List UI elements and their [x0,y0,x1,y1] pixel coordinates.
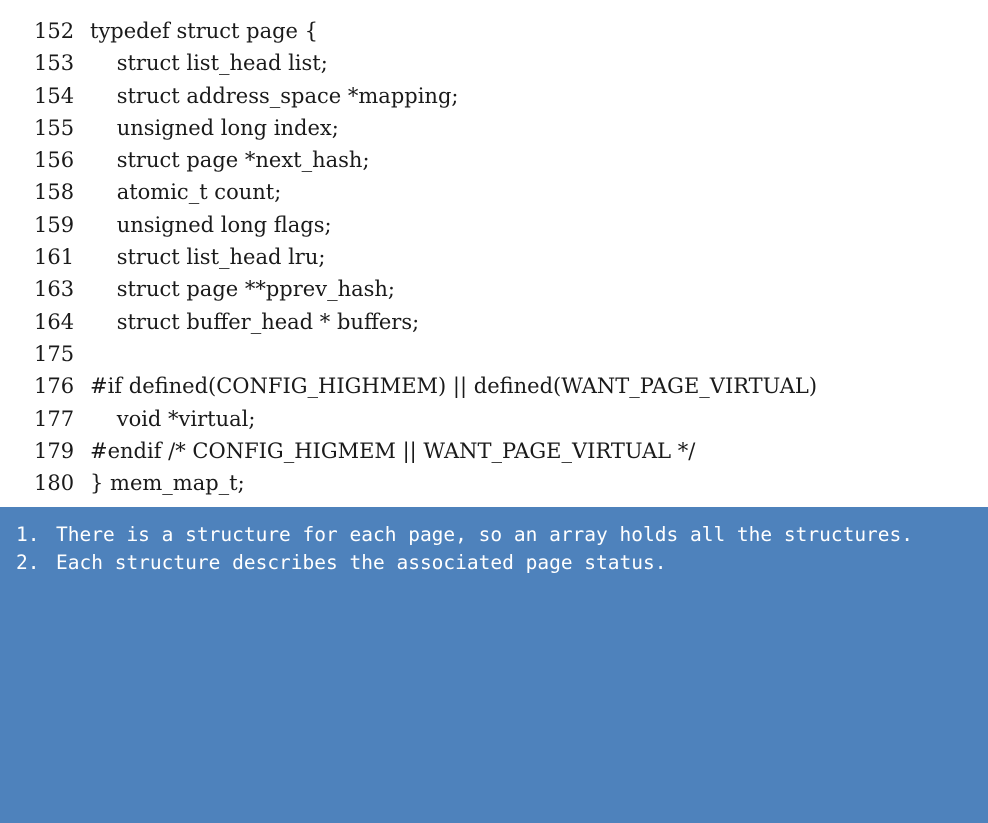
code-text: struct list_head lru; [90,245,326,270]
code-line: 177 void *virtual; [0,403,988,435]
notes-panel: 1. There is a structure for each page, s… [0,507,988,823]
line-number: 152 [34,19,75,43]
line-number: 153 [34,51,75,76]
note-text: There is a structure for each page, so a… [56,523,914,546]
line-number: 175 [34,341,75,366]
note-number: 2. [16,551,40,574]
code-line: 152 typedef struct page { [0,15,988,47]
code-line: 164 struct buffer_head * buffers; [0,306,988,338]
line-number: 156 [34,148,75,173]
line-number: 180 [34,471,75,496]
note-item: 2. Each structure describes the associat… [16,549,972,577]
code-text: #if defined(CONFIG_HIGHMEM) || defined(W… [90,374,818,399]
code-text: struct address_space *mapping; [90,83,459,108]
code-line: 159 unsigned long flags; [0,209,988,241]
code-text: void *virtual; [90,406,256,431]
line-number: 176 [34,374,75,399]
code-line: 180 } mem_map_t; [0,467,988,499]
code-line: 158 atomic_t count; [0,176,988,208]
code-text: struct page *next_hash; [90,148,370,173]
line-number: 177 [34,406,75,431]
note-item: 1. There is a structure for each page, s… [16,521,972,549]
line-number: 163 [34,277,75,302]
line-number: 154 [34,83,75,108]
notes-list: 1. There is a structure for each page, s… [16,521,972,577]
code-text: struct page **pprev_hash; [90,277,396,302]
code-line: 175 [0,338,988,370]
code-text: struct list_head list; [90,51,328,76]
code-text: } mem_map_t; [90,471,245,496]
code-text: atomic_t count; [90,180,282,205]
code-line: 176 #if defined(CONFIG_HIGHMEM) || define… [0,370,988,402]
line-number: 179 [34,438,75,463]
code-text: #endif /* CONFIG_HIGMEM || WANT_PAGE_VIR… [90,438,696,463]
note-number: 1. [16,523,40,546]
line-number: 155 [34,115,75,140]
line-number: 159 [34,212,75,237]
slide: 152 typedef struct page { 153 struct list… [0,0,988,823]
code-listing: 152 typedef struct page { 153 struct list… [0,0,988,507]
code-line: 153 struct list_head list; [0,47,988,79]
code-line: 155 unsigned long index; [0,112,988,144]
line-number: 158 [34,180,75,205]
code-line: 154 struct address_space *mapping; [0,80,988,112]
code-line: 161 struct list_head lru; [0,241,988,273]
code-text: unsigned long index; [90,115,339,140]
code-text: struct buffer_head * buffers; [90,309,420,334]
code-line: 163 struct page **pprev_hash; [0,273,988,305]
code-text: typedef struct page { [90,19,319,43]
code-line: 156 struct page *next_hash; [0,144,988,176]
code-text: unsigned long flags; [90,212,332,237]
note-text: Each structure describes the associated … [56,551,667,574]
code-line: 179 #endif /* CONFIG_HIGMEM || WANT_PAGE_… [0,435,988,467]
line-number: 161 [34,245,75,270]
line-number: 164 [34,309,75,334]
